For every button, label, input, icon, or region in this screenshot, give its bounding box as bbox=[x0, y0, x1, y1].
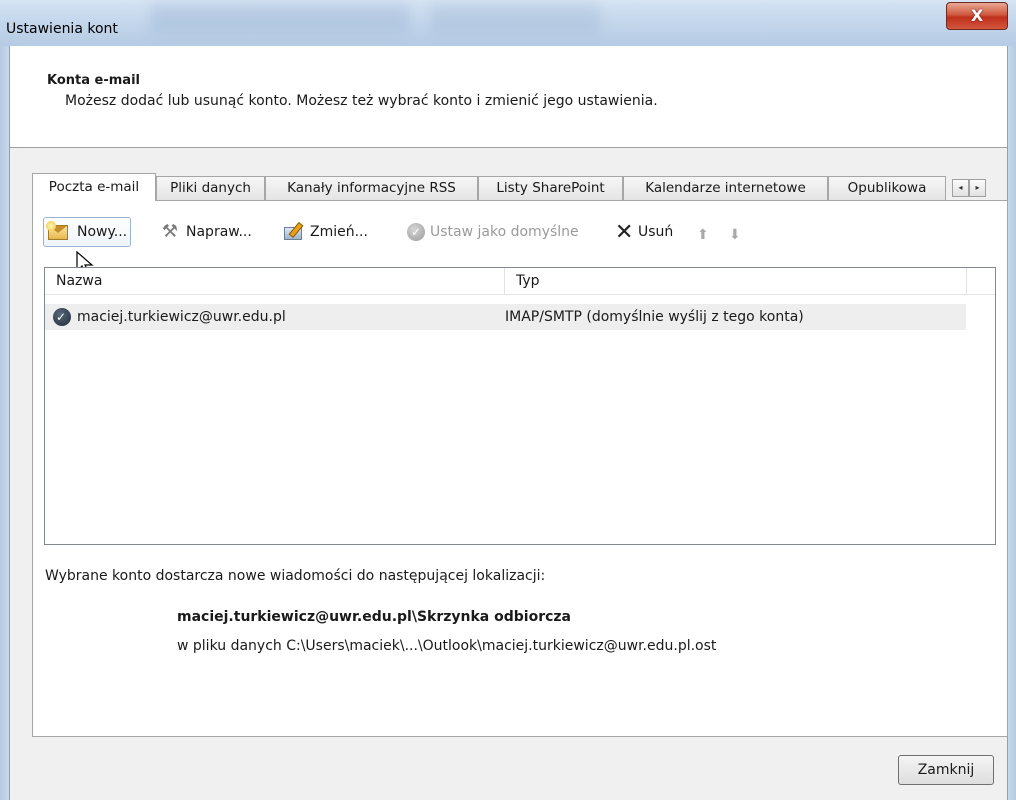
move-up-button[interactable]: ⬆ bbox=[697, 219, 716, 245]
new-account-label: Nowy... bbox=[77, 224, 128, 240]
check-circle-icon: ✓ bbox=[407, 223, 425, 241]
tab-rss-feeds[interactable]: Kanały informacyjne RSS bbox=[265, 176, 478, 200]
change-button[interactable]: Zmień... bbox=[283, 219, 368, 245]
tab-email[interactable]: Poczta e-mail bbox=[32, 173, 156, 201]
remove-label: Usuń bbox=[638, 224, 674, 240]
window-frame-left bbox=[0, 46, 9, 800]
move-down-button[interactable]: ⬇ bbox=[729, 219, 748, 245]
account-check-icon bbox=[53, 308, 71, 326]
x-icon: ✕ bbox=[615, 220, 634, 245]
accounts-toolbar: Nowy... ⚒ Napraw... Zmień... ✓ Ustaw jak… bbox=[43, 215, 993, 276]
close-dialog-button[interactable]: Zamknij bbox=[898, 755, 994, 785]
tab-data-files[interactable]: Pliki danych bbox=[156, 176, 265, 200]
repair-label: Napraw... bbox=[186, 224, 252, 240]
accounts-list[interactable]: Nazwa Typ maciej.turkiewicz@uwr.edu.pl I… bbox=[44, 267, 996, 545]
arrow-down-icon: ⬇ bbox=[729, 227, 741, 243]
window-frame-right bbox=[1008, 46, 1016, 800]
remove-button[interactable]: ✕ Usuń bbox=[615, 219, 673, 245]
table-row[interactable]: maciej.turkiewicz@uwr.edu.pl IMAP/SMTP (… bbox=[45, 304, 966, 330]
email-tab-panel: Nowy... ⚒ Napraw... Zmień... ✓ Ustaw jak… bbox=[32, 200, 1008, 737]
column-header-name[interactable]: Nazwa bbox=[45, 268, 505, 294]
titlebar-glow bbox=[150, 4, 410, 34]
account-name-cell: maciej.turkiewicz@uwr.edu.pl bbox=[77, 309, 286, 325]
arrow-up-icon: ⬆ bbox=[697, 227, 709, 243]
account-type-cell: IMAP/SMTP (domyślnie wyślij z tego konta… bbox=[505, 309, 804, 325]
header-description: Możesz dodać lub usunąć konto. Możesz te… bbox=[65, 93, 658, 109]
accounts-list-header: Nazwa Typ bbox=[45, 268, 995, 295]
set-default-button[interactable]: ✓ Ustaw jako domyślne bbox=[407, 219, 579, 245]
delivery-data-file-path: w pliku danych C:\Users\maciek\...\Outlo… bbox=[177, 638, 717, 654]
envelope-new-icon bbox=[46, 221, 72, 243]
repair-button[interactable]: ⚒ Napraw... bbox=[159, 219, 252, 245]
delivery-folder-path: maciej.turkiewicz@uwr.edu.pl\Skrzynka od… bbox=[177, 609, 572, 625]
tab-scroll-left-button[interactable]: ◂ bbox=[952, 179, 969, 197]
tab-sharepoint-lists[interactable]: Listy SharePoint bbox=[478, 176, 623, 200]
column-header-type[interactable]: Typ bbox=[505, 268, 967, 294]
window-close-button[interactable]: X bbox=[946, 2, 1008, 30]
account-change-icon bbox=[283, 221, 305, 242]
header-title: Konta e-mail bbox=[47, 73, 140, 88]
delivery-location-label: Wybrane konto dostarcza nowe wiadomości … bbox=[45, 568, 546, 584]
tab-scroll-right-button[interactable]: ▸ bbox=[969, 179, 986, 197]
set-default-label: Ustaw jako domyślne bbox=[430, 224, 579, 240]
tab-published-calendars[interactable]: Opublikowa bbox=[828, 176, 946, 200]
new-account-button[interactable]: Nowy... bbox=[43, 217, 132, 247]
title-bar[interactable]: Ustawienia kont X bbox=[0, 0, 1016, 46]
titlebar-glow bbox=[430, 4, 600, 34]
change-label: Zmień... bbox=[310, 224, 368, 240]
dialog-client-area: Konta e-mail Możesz dodać lub usunąć kon… bbox=[9, 46, 1008, 800]
window-title: Ustawienia kont bbox=[6, 21, 118, 37]
header-panel: Konta e-mail Możesz dodać lub usunąć kon… bbox=[10, 46, 1007, 148]
tools-icon: ⚒ bbox=[161, 221, 179, 242]
tab-internet-calendars[interactable]: Kalendarze internetowe bbox=[623, 176, 828, 200]
